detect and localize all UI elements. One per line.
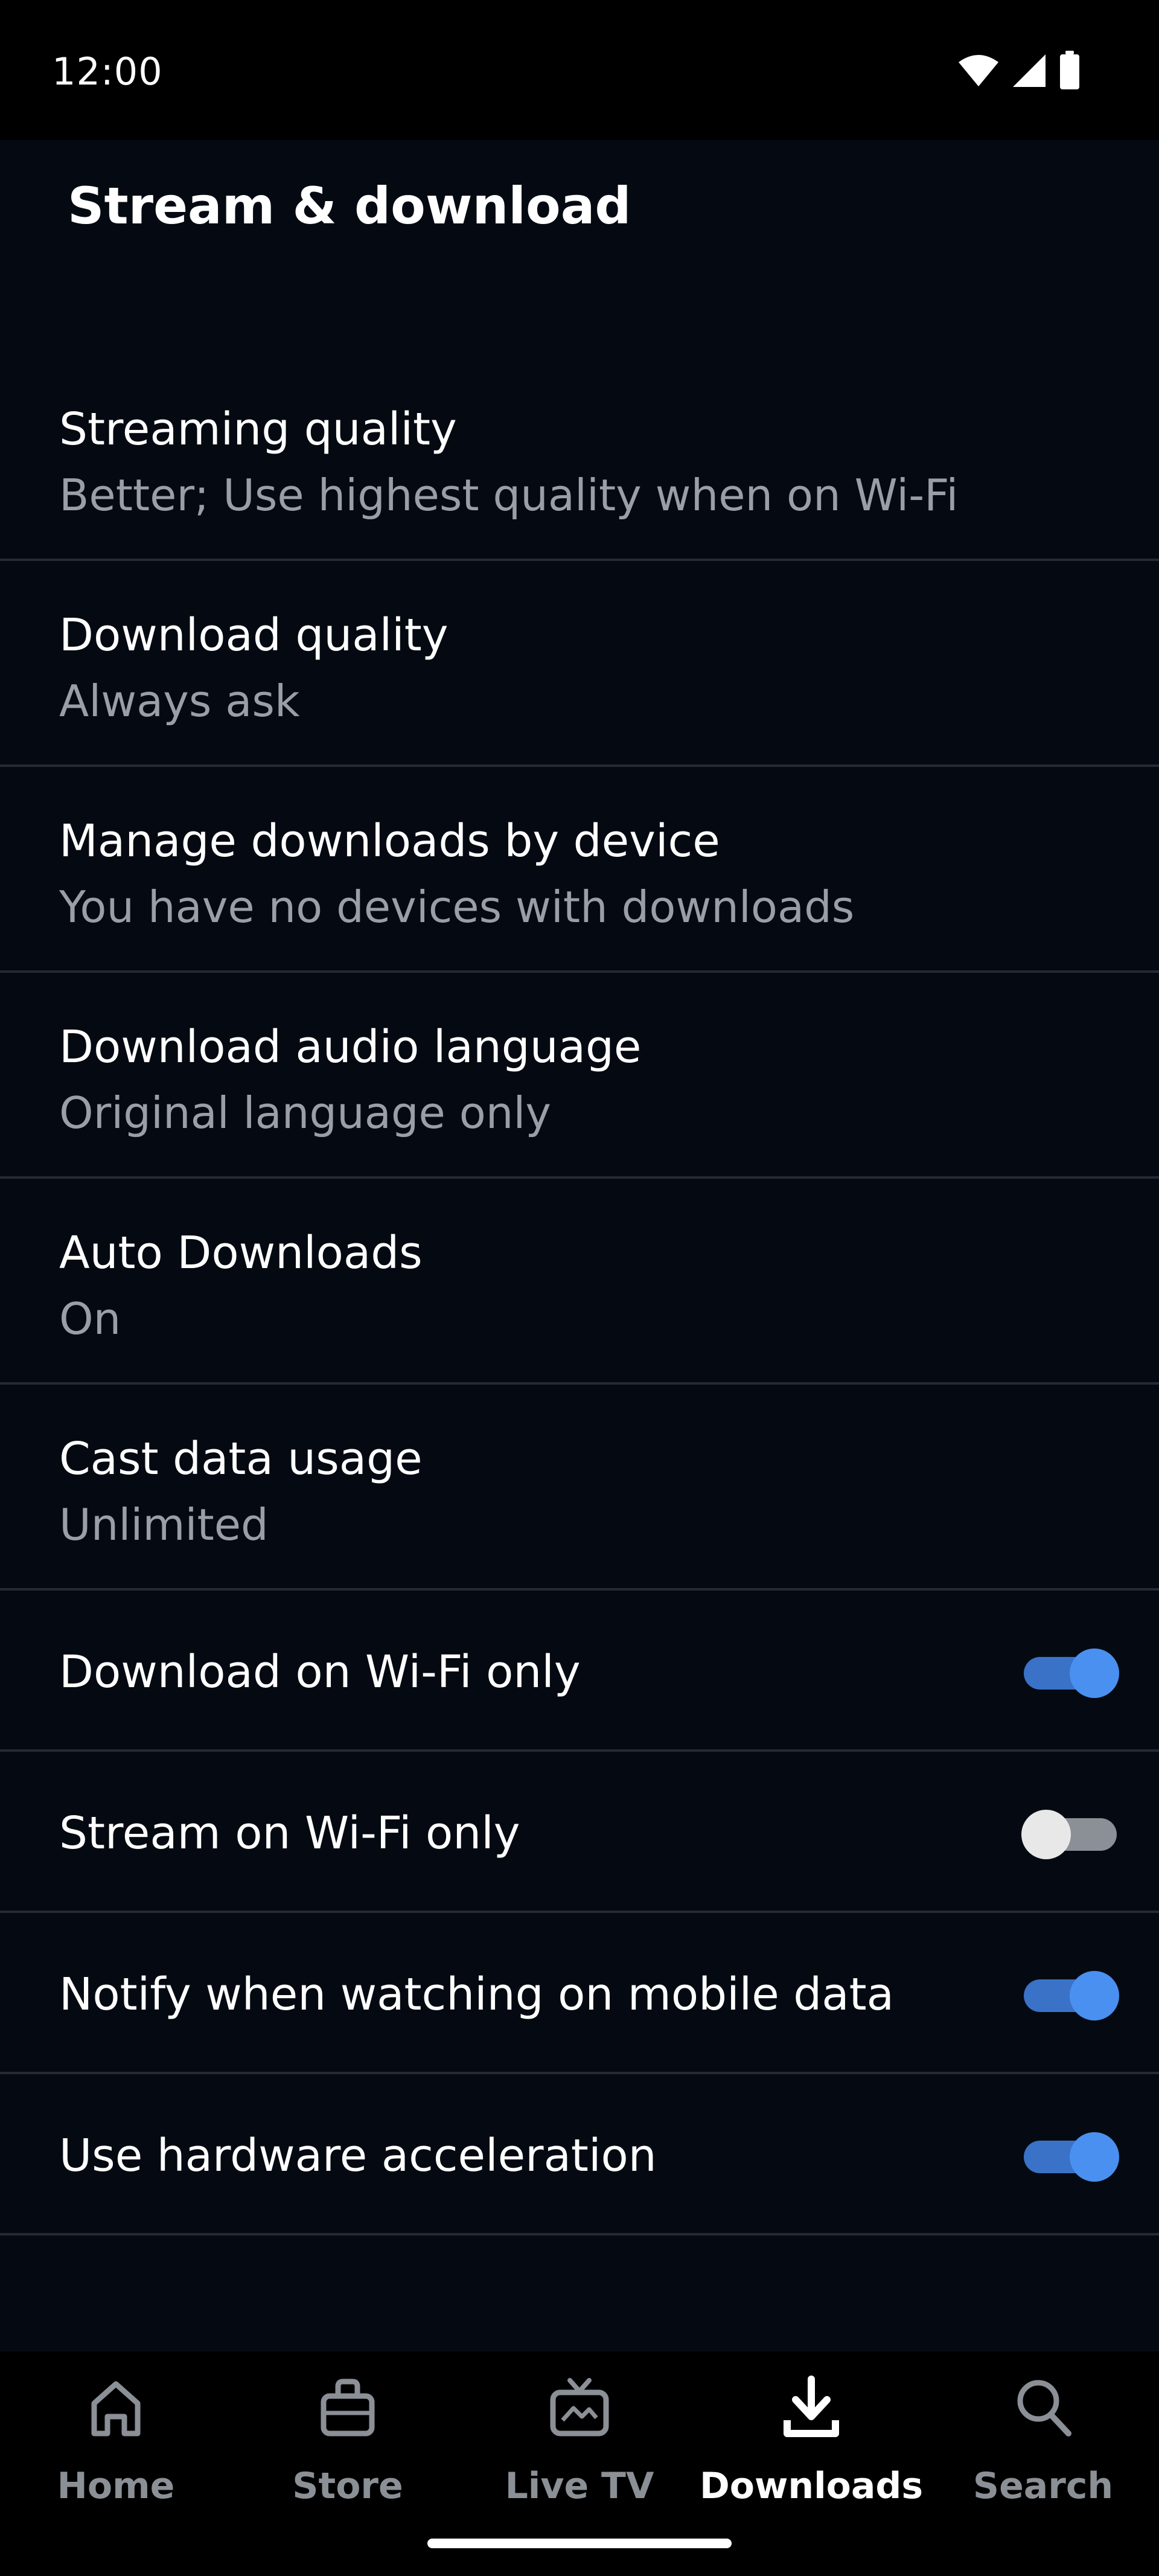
nav-live-tv[interactable]: Live TV bbox=[464, 2351, 695, 2533]
page-title: Stream & download bbox=[68, 176, 631, 235]
toggle-knob bbox=[1070, 1648, 1119, 1698]
store-icon bbox=[321, 2379, 375, 2437]
hardware-acceleration-toggle[interactable] bbox=[1024, 2132, 1119, 2182]
nav-search[interactable]: Search bbox=[927, 2351, 1159, 2533]
search-icon bbox=[1017, 2380, 1071, 2437]
status-bar: 12:00 bbox=[0, 0, 1159, 140]
toggle-knob bbox=[1070, 1971, 1119, 2020]
settings-list: Streaming quality Better; Use highest qu… bbox=[0, 355, 1159, 2235]
setting-title: Download audio language bbox=[59, 1021, 642, 1073]
setting-value: Better; Use highest quality when on Wi-F… bbox=[59, 470, 959, 521]
nav-label: Live TV bbox=[505, 2465, 654, 2507]
home-icon bbox=[91, 2381, 141, 2437]
setting-title: Stream on Wi-Fi only bbox=[59, 1807, 520, 1859]
toggle-knob bbox=[1070, 2132, 1119, 2182]
nav-label: Search bbox=[972, 2465, 1114, 2507]
setting-title: Cast data usage bbox=[59, 1433, 423, 1485]
setting-cast-data-usage[interactable]: Cast data usage Unlimited bbox=[0, 1385, 1159, 1591]
setting-value: Unlimited bbox=[59, 1499, 269, 1550]
download-wifi-only-toggle[interactable] bbox=[1024, 1648, 1119, 1698]
setting-download-on-wifi-only[interactable]: Download on Wi-Fi only bbox=[0, 1591, 1159, 1752]
nav-label: Store bbox=[292, 2465, 403, 2507]
setting-title: Download on Wi-Fi only bbox=[59, 1646, 581, 1698]
setting-streaming-quality[interactable]: Streaming quality Better; Use highest qu… bbox=[0, 355, 1159, 561]
nav-store[interactable]: Store bbox=[232, 2351, 464, 2533]
setting-value: Always ask bbox=[59, 676, 300, 726]
setting-download-audio-language[interactable]: Download audio language Original languag… bbox=[0, 973, 1159, 1179]
status-icons bbox=[957, 50, 1081, 92]
setting-stream-on-wifi-only[interactable]: Stream on Wi-Fi only bbox=[0, 1752, 1159, 1913]
setting-title: Notify when watching on mobile data bbox=[59, 1969, 894, 2020]
wifi-icon bbox=[959, 55, 998, 86]
nav-label: Home bbox=[57, 2465, 175, 2507]
setting-auto-downloads[interactable]: Auto Downloads On bbox=[0, 1179, 1159, 1385]
signal-icon bbox=[1013, 54, 1046, 87]
setting-download-quality[interactable]: Download quality Always ask bbox=[0, 561, 1159, 767]
setting-title: Auto Downloads bbox=[59, 1227, 423, 1279]
status-time: 12:00 bbox=[52, 50, 163, 94]
settings-screen: Stream & download Streaming quality Bett… bbox=[0, 140, 1159, 2351]
notify-mobile-data-toggle[interactable] bbox=[1024, 1971, 1119, 2020]
nav-label: Downloads bbox=[699, 2465, 924, 2507]
download-icon bbox=[784, 2376, 839, 2437]
home-indicator[interactable] bbox=[427, 2539, 732, 2548]
bottom-nav: Home Store Live TV Downloads Search bbox=[0, 2351, 1159, 2576]
stream-wifi-only-toggle[interactable] bbox=[1021, 1810, 1117, 1859]
setting-hardware-acceleration[interactable]: Use hardware acceleration bbox=[0, 2074, 1159, 2235]
setting-value: On bbox=[59, 1293, 121, 1344]
setting-title: Download quality bbox=[59, 609, 449, 661]
setting-notify-mobile-data[interactable]: Notify when watching on mobile data bbox=[0, 1913, 1159, 2074]
toggle-knob bbox=[1021, 1810, 1071, 1859]
setting-title: Streaming quality bbox=[59, 403, 457, 455]
setting-manage-downloads-by-device[interactable]: Manage downloads by device You have no d… bbox=[0, 767, 1159, 973]
setting-title: Manage downloads by device bbox=[59, 815, 720, 867]
setting-value: Original language only bbox=[59, 1088, 552, 1138]
setting-value: You have no devices with downloads bbox=[59, 882, 855, 932]
battery-icon bbox=[1060, 51, 1079, 89]
nav-downloads[interactable]: Downloads bbox=[695, 2351, 927, 2533]
live-tv-icon bbox=[550, 2378, 609, 2437]
setting-title: Use hardware acceleration bbox=[59, 2130, 657, 2182]
nav-home[interactable]: Home bbox=[0, 2351, 232, 2533]
